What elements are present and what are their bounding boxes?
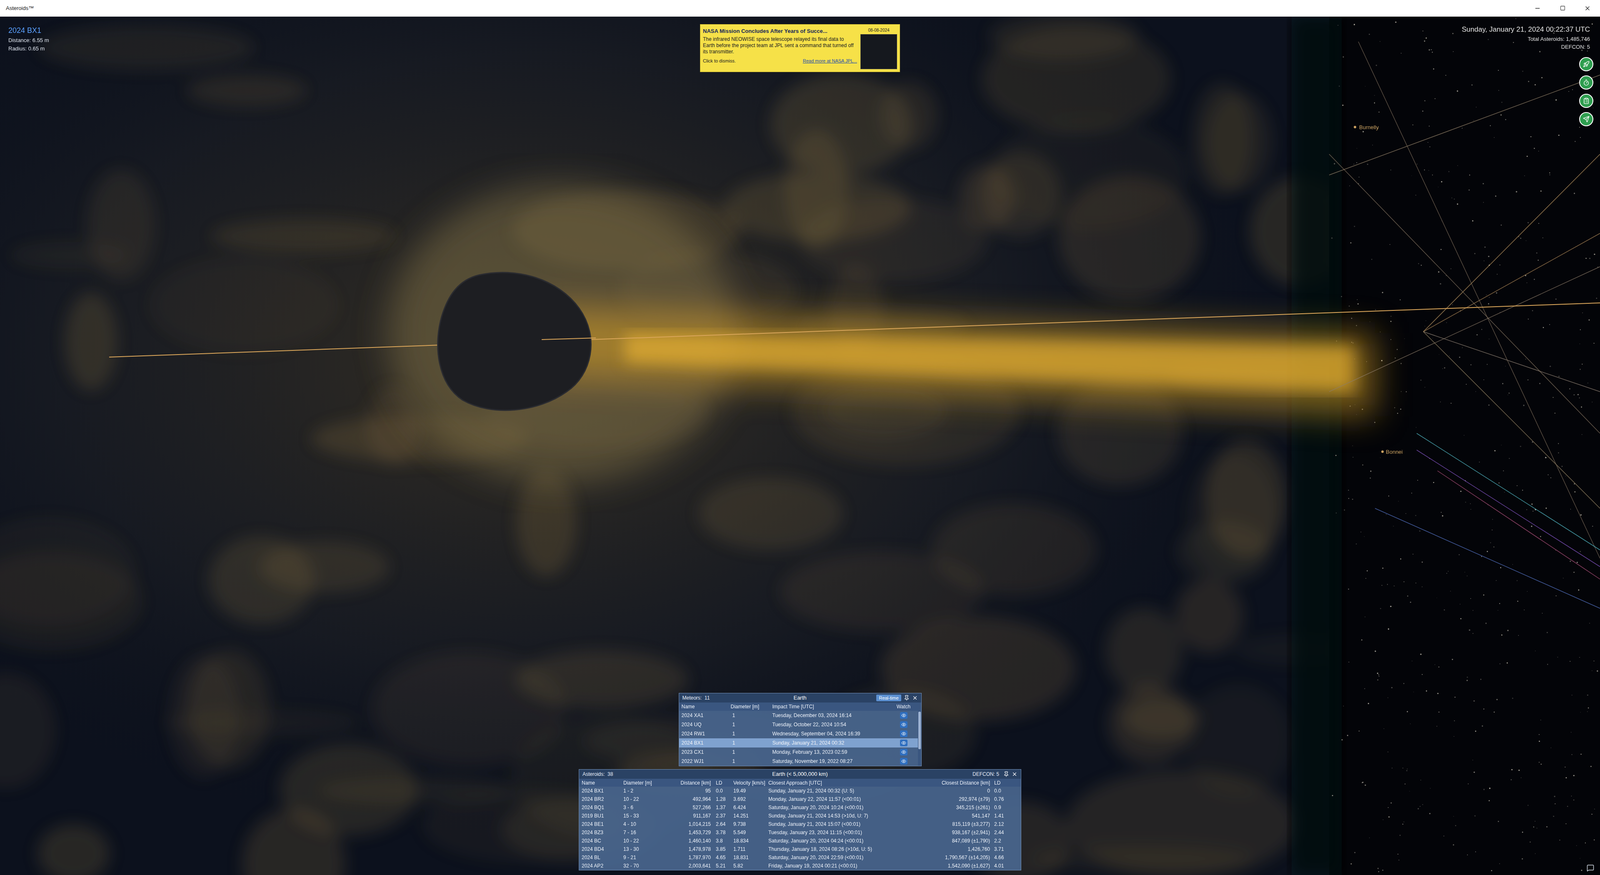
total-asteroids: Total Asteroids: 1,485,746	[1527, 35, 1590, 44]
scene[interactable]: Burnelly Bonnei 2024 BX1Distance: 6.55 mRa…	[0, 16, 1600, 875]
news-title: NASA Mission Concludes After Years of Su…	[702, 27, 858, 36]
target-info: 2024 BX1Distance: 6.55 mRadius: 0.65 m	[8, 25, 50, 53]
panel-title: Earth (< 5,000,000 km)	[772, 770, 828, 779]
eye-icon	[901, 740, 907, 746]
news-thumbnail	[860, 34, 898, 70]
toolbar	[1579, 57, 1594, 127]
tool-icon	[1582, 115, 1590, 123]
pin-icon[interactable]	[903, 695, 910, 701]
meteors-panel[interactable]: Meteors: 11EarthReal-timeNameDiameter [m…	[678, 692, 922, 767]
asteroid-shape[interactable]	[437, 272, 592, 411]
meteor-row[interactable]: 2022 WJ11Saturday, November 19, 2022 08:…	[679, 756, 918, 766]
asteroid-row[interactable]: 2024 BR210 - 22492,9641.283.692Monday, J…	[579, 795, 1021, 804]
asteroid-row[interactable]: 2024 BL9 - 211,787,9704.6518.831Saturday…	[579, 853, 1021, 862]
column-header[interactable]: LD	[710, 779, 734, 787]
date-time: Sunday, January 21, 2024 00:22:37 UTC	[1461, 24, 1590, 35]
eye-icon	[901, 712, 907, 718]
asteroid-row[interactable]: 2024 BC10 - 221,460,1403.818.834Saturday…	[579, 836, 1021, 845]
asteroid-row[interactable]: 2019 BU115 - 33911,1672.3714.251Sunday, …	[579, 811, 1021, 820]
close-icon	[1584, 5, 1591, 12]
asteroid-row[interactable]: 2024 BE14 - 101,014,2152.649.738Sunday, …	[579, 820, 1021, 829]
meteor-row[interactable]: 2023 CX11Monday, February 13, 2023 02:59	[679, 747, 918, 757]
tool-button[interactable]	[1579, 93, 1594, 108]
news-banner[interactable]: NASA Mission Concludes After Years of Su…	[700, 24, 900, 73]
defcon-label: DEFCON: 5	[972, 770, 1000, 778]
close-icon[interactable]	[912, 695, 918, 701]
app-window: Asteroids™BurnellyBonnei2024 BX1Distance…	[0, 0, 1600, 875]
chat-icon[interactable]	[1586, 864, 1595, 872]
column-header[interactable]: Diameter [m]	[623, 779, 665, 787]
column-header[interactable]: Watch	[892, 702, 916, 711]
eye-icon	[901, 758, 907, 764]
news-body: The infrared NEOWISE space telescope rel…	[702, 36, 858, 55]
column-header[interactable]: Closest Approach [UTC]	[768, 779, 924, 787]
defcon-status: DEFCON: 5	[1561, 42, 1590, 52]
pin-icon[interactable]	[1003, 771, 1010, 778]
column-header[interactable]: Impact Time [UTC]	[772, 702, 893, 711]
news-date: 08-08-2024	[867, 27, 890, 34]
target-name: 2024 BX1	[8, 25, 50, 37]
column-header[interactable]: Distance [km]	[665, 779, 711, 787]
eye-icon	[901, 722, 907, 728]
panel-header: Meteors: 11 Earth Real-time	[679, 693, 922, 703]
table-header: NameDiameter [m]Distance [km]LDVelocity …	[579, 778, 1021, 787]
panel-title: Earth	[793, 693, 807, 703]
asteroid-row[interactable]: 2024 AP232 - 702,003,6415.215.82Friday, …	[579, 861, 1021, 870]
maximize-icon	[1560, 5, 1566, 11]
scrollbar[interactable]	[917, 702, 922, 766]
close-icon[interactable]	[1011, 771, 1018, 778]
title-bar: Asteroids™	[0, 0, 1600, 17]
watch-button[interactable]	[900, 757, 908, 765]
window-title: Asteroids™	[5, 4, 34, 13]
tool-button[interactable]	[1579, 75, 1594, 90]
eye-icon	[901, 731, 907, 737]
svg-text:Bonnei: Bonnei	[1385, 448, 1403, 455]
meteor-row[interactable]: 2024 XA11Tuesday, December 03, 2024 16:1…	[679, 710, 918, 720]
realtime-button[interactable]: Real-time	[876, 694, 901, 702]
maximize-button[interactable]	[1550, 0, 1575, 17]
watch-button[interactable]	[900, 712, 908, 719]
table-header: NameDiameter [m]Impact Time [UTC]Watch	[679, 702, 918, 711]
asteroid-count: Asteroids: 38	[582, 770, 613, 778]
asteroid-row[interactable]: 2024 BX11 - 2950.019.49Sunday, January 2…	[579, 786, 1021, 795]
meteor-row[interactable]: 2024 RW11Wednesday, September 04, 2024 1…	[679, 729, 918, 739]
watch-button[interactable]	[900, 739, 908, 747]
target-distance: Distance: 6.55 m	[8, 36, 50, 45]
asteroid-row[interactable]: 2024 BQ13 - 6527,2661.376.424Saturday, J…	[579, 803, 1021, 812]
minimize-icon	[1534, 5, 1541, 12]
meteor-count: Meteors: 11	[682, 694, 710, 702]
column-header[interactable]: Velocity [km/s]	[733, 779, 769, 787]
dismiss-hint[interactable]: Click to dismiss.	[702, 57, 736, 65]
tool-button[interactable]	[1579, 57, 1594, 72]
svg-text:Burnelly: Burnelly	[1359, 124, 1379, 131]
tool-icon	[1582, 79, 1590, 86]
target-radius: Radius: 0.65 m	[8, 44, 50, 53]
watch-button[interactable]	[900, 748, 908, 756]
status-info: Sunday, January 21, 2024 00:22:37 UTCTot…	[1461, 24, 1590, 127]
meteor-row[interactable]: 2024 BX11Sunday, January 21, 2024 00:32	[679, 738, 918, 748]
column-header[interactable]: Name	[581, 779, 624, 787]
news-link[interactable]: Read more at NASA JPL...	[802, 57, 858, 65]
meteor-row[interactable]: 2024 UQ1Tuesday, October 22, 2024 10:54	[679, 720, 918, 730]
asteroid-row[interactable]: 2024 BZ37 - 161,453,7293.785.549Tuesday,…	[579, 828, 1021, 837]
column-header[interactable]: Name	[681, 702, 731, 711]
eye-icon	[901, 749, 907, 755]
tool-icon	[1582, 97, 1590, 105]
close-button[interactable]	[1575, 0, 1600, 17]
asteroids-panel[interactable]: Asteroids: 38 Earth (< 5,000,000 km) DEFCO…	[578, 769, 1022, 871]
column-header[interactable]: LD	[990, 779, 1015, 787]
asteroid-row[interactable]: 2024 BD413 - 301,478,9783.851.711Thursda…	[579, 845, 1021, 854]
tool-icon	[1582, 60, 1590, 68]
watch-button[interactable]	[900, 721, 908, 728]
panel-header: Asteroids: 38 Earth (< 5,000,000 km) DEFCO…	[579, 769, 1021, 779]
column-header[interactable]: Closest Distance [km]	[923, 779, 990, 787]
column-header[interactable]: Diameter [m]	[730, 702, 773, 711]
minimize-button[interactable]	[1525, 0, 1550, 17]
tool-button[interactable]	[1579, 112, 1594, 127]
watch-button[interactable]	[900, 730, 908, 738]
